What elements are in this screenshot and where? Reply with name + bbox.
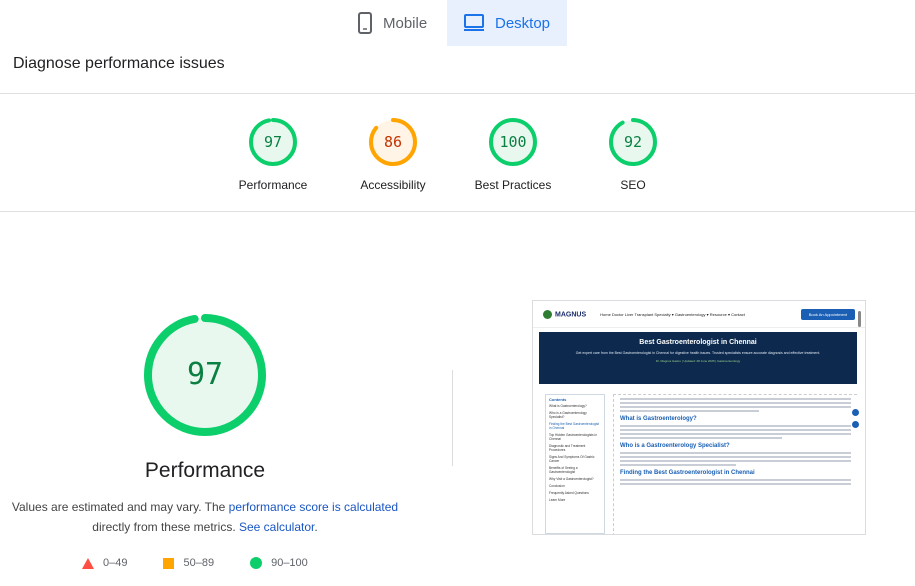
article-heading: Finding the Best Gastroenterologist in C… bbox=[620, 470, 755, 476]
site-cta-button: Book An Appointment bbox=[800, 308, 855, 320]
article-heading: What is Gastroenterology? bbox=[620, 416, 697, 422]
legend-item-average: 50–89 bbox=[163, 557, 214, 569]
toc-item: Conclusion bbox=[549, 484, 565, 488]
gauge-value: 97 bbox=[263, 133, 283, 151]
divider bbox=[0, 211, 915, 212]
hero-title: Best Gastroenterologist in Chennai bbox=[639, 339, 757, 346]
legend-item-pass: 90–100 bbox=[250, 557, 308, 569]
gauge-label: Performance bbox=[238, 178, 308, 192]
legend-range: 50–89 bbox=[183, 557, 215, 569]
main-performance-gauge: 97 bbox=[141, 311, 269, 439]
legend-item-fail: 0–49 bbox=[82, 557, 127, 569]
site-menu: Home Doctor Liver Transplant Specialty ▾… bbox=[600, 311, 745, 317]
divider bbox=[0, 93, 915, 94]
page-screenshot[interactable]: MAGNUS Home Doctor Liver Transplant Spec… bbox=[532, 300, 866, 535]
hero-meta: Dr. Magnus Gastro | Updated: 28 June 202… bbox=[655, 359, 741, 363]
toc-item: Finding the Best Gastroenterologist in C… bbox=[549, 422, 599, 430]
gauge-value: 100 bbox=[499, 133, 527, 151]
square-icon bbox=[163, 557, 175, 569]
tab-desktop-label: Desktop bbox=[495, 14, 551, 32]
toc-item: Top Hidden Gastroenterologists in Chenna… bbox=[549, 433, 598, 441]
tab-desktop[interactable]: Desktop bbox=[447, 0, 567, 46]
see-calculator-link[interactable]: See calculator bbox=[239, 520, 314, 534]
site-body: Contents What is Gastroenterology? Who i… bbox=[545, 394, 857, 534]
gauge-label: Accessibility bbox=[360, 178, 426, 192]
hero-subtitle: Get expert care from the Best Gastroente… bbox=[575, 351, 821, 355]
estimate-note: Values are estimated and may vary. The p… bbox=[0, 497, 410, 537]
chat-icon bbox=[852, 409, 859, 416]
toc-item: Diagnostic and Treatment Procedures bbox=[549, 444, 586, 452]
gauge-value: 86 bbox=[383, 133, 403, 151]
score-legend: 0–49 50–89 90–100 bbox=[82, 557, 344, 569]
main-gauge-label: Performance bbox=[144, 459, 266, 482]
toc-title: Contents bbox=[549, 397, 567, 402]
gauge-best-practices[interactable]: 100 Best Practices bbox=[453, 117, 573, 192]
site-navbar: MAGNUS Home Doctor Liver Transplant Spec… bbox=[533, 301, 865, 328]
legend-range: 0–49 bbox=[103, 557, 128, 569]
legend-range: 90–100 bbox=[271, 557, 308, 569]
gauge-seo[interactable]: 92 SEO bbox=[573, 117, 693, 192]
article-heading: Who is a Gastroenterology Specialist? bbox=[620, 443, 730, 449]
gauge-label: Best Practices bbox=[474, 178, 552, 192]
site-logo: MAGNUS bbox=[543, 309, 587, 319]
smartphone-icon bbox=[357, 12, 373, 34]
site-toc: Contents What is Gastroenterology? Who i… bbox=[545, 394, 605, 534]
note-text: directly from these metrics. bbox=[92, 520, 239, 534]
device-tabs: Mobile Desktop bbox=[341, 0, 567, 46]
toc-item: Benefits of Seeing a Gastroenterologist bbox=[549, 466, 578, 474]
vertical-divider bbox=[452, 370, 453, 466]
toc-item: Why Visit a Gastroenterologist? bbox=[549, 477, 594, 481]
diagnose-title: Diagnose performance issues bbox=[13, 55, 225, 72]
site-hero: Best Gastroenterologist in Chennai Get e… bbox=[539, 332, 857, 384]
desktop-icon bbox=[463, 14, 485, 32]
tab-mobile[interactable]: Mobile bbox=[341, 0, 447, 46]
phone-icon bbox=[852, 421, 859, 428]
gauge-value: 92 bbox=[623, 133, 643, 151]
gauge-accessibility[interactable]: 86 Accessibility bbox=[333, 117, 453, 192]
gauge-performance[interactable]: 97 Performance bbox=[213, 117, 333, 192]
triangle-icon bbox=[82, 557, 94, 569]
note-text: . bbox=[314, 520, 318, 534]
logo-mark-icon bbox=[543, 309, 552, 319]
site-article: What is Gastroenterology? Who is a Gastr… bbox=[613, 394, 857, 534]
performance-score-link[interactable]: performance score is calculated bbox=[229, 500, 398, 514]
toc-item: What is Gastroenterology? bbox=[549, 404, 587, 408]
toc-item: Signs And Symptoms Of Gastric Cancer bbox=[549, 455, 595, 463]
toc-item: Learn More bbox=[549, 498, 566, 502]
gauge-label: SEO bbox=[620, 178, 646, 192]
circle-icon bbox=[250, 557, 263, 569]
toc-item: Who is a Gastroenterology Specialist? bbox=[549, 411, 587, 419]
site-logo-text: MAGNUS bbox=[555, 310, 587, 318]
tab-mobile-label: Mobile bbox=[383, 14, 428, 32]
note-text: Values are estimated and may vary. The bbox=[11, 500, 229, 514]
main-gauge-value: 97 bbox=[186, 357, 224, 392]
scrollbar-thumb bbox=[858, 311, 861, 327]
toc-item: Frequently Asked Questions bbox=[549, 491, 589, 495]
